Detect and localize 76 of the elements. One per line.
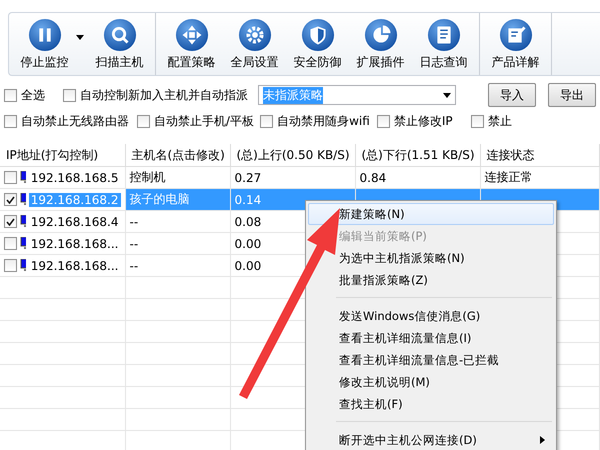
toolbar-icon [28, 18, 62, 52]
table-cell-text: 192.168.168.5 [30, 170, 120, 184]
toolbar-button[interactable]: 停止监控 [13, 13, 76, 75]
menu-item[interactable]: 修改主机说明(M) [308, 371, 554, 393]
table-cell: 0.08 [234, 214, 262, 228]
column-header[interactable]: 连接状态 [480, 144, 600, 166]
toolbar-icon [426, 18, 460, 52]
menu-item[interactable]: 查找主机(F) [308, 393, 554, 415]
checkbox-label: 禁止修改IP [394, 112, 453, 130]
caret-icon[interactable] [76, 34, 84, 40]
toolbar-icon [174, 18, 208, 52]
submenu-arrow-icon [540, 436, 545, 444]
table-cell-text: 192.168.168... [30, 236, 120, 250]
checkbox-label: 全选 [21, 86, 45, 104]
table-cell: 孩子的电脑 [130, 192, 190, 206]
monitor-icon [20, 259, 26, 272]
menu-item[interactable]: 批量指派策略(Z) [308, 269, 554, 291]
toolbar-icon [238, 18, 272, 52]
table-cell: 0.27 [234, 170, 262, 184]
toolbar-button[interactable]: 全局设置 [223, 13, 286, 75]
toolbar-button[interactable]: 安全防御 [286, 13, 349, 75]
menu-item[interactable]: 为选中主机指派策略(N) [308, 247, 554, 269]
checkbox[interactable] [4, 171, 17, 184]
toolbar-icon [102, 18, 136, 52]
monitor-icon [20, 215, 26, 228]
menu-item[interactable]: 查看主机详细流量信息-已拦截 [308, 349, 554, 371]
checkbox-label: 自动禁用随身wifi [277, 112, 370, 130]
monitor-icon [20, 193, 26, 206]
checkbox[interactable] [376, 114, 390, 128]
checkbox-label: 自动禁止无线路由器 [21, 112, 129, 130]
table-cell: 连接正常 [484, 170, 532, 184]
column-header[interactable]: (总)上行(0.50 KB/S) [230, 144, 355, 166]
checkbox[interactable] [471, 114, 484, 128]
checkbox[interactable] [260, 114, 274, 128]
action-button[interactable]: 导出 [548, 83, 596, 107]
table-cell: 0.00 [234, 258, 262, 272]
table-cell: 192.168.168.2 [28, 192, 120, 206]
table-cell: -- [130, 236, 138, 250]
table-cell: -- [130, 258, 138, 272]
table-cell: 0.00 [234, 236, 262, 250]
checkbox[interactable] [4, 259, 17, 272]
monitor-icon [20, 171, 26, 184]
menu-item[interactable]: 断开选中主机公网连接(D) [308, 429, 554, 450]
table-cell-text: 192.168.168.4 [30, 214, 120, 228]
checkbox[interactable] [4, 193, 17, 206]
checkbox[interactable] [4, 88, 17, 102]
toolbar-icon [498, 18, 532, 52]
column-header[interactable]: IP地址(打勾控制) [0, 144, 125, 166]
table-cell: 0.84 [360, 170, 386, 184]
column-header[interactable]: (总)下行(1.51 KB/S) [355, 144, 480, 166]
toolbar-icon [364, 18, 398, 52]
checkbox-label: 自动控制新加入主机并自动指派 [80, 86, 248, 104]
checkbox[interactable] [63, 88, 76, 102]
table-cell: 0.14 [234, 192, 262, 206]
checkbox[interactable] [4, 215, 17, 228]
checkbox[interactable] [4, 114, 17, 128]
checkbox[interactable] [136, 114, 150, 128]
toolbar-button[interactable]: 产品详解 [484, 13, 547, 75]
table-cell-text: 192.168.168... [30, 258, 120, 272]
action-button[interactable]: 导入 [488, 83, 536, 107]
menu-item[interactable]: 发送Windows信使消息(G) [308, 305, 554, 327]
toolbar-icon [300, 18, 334, 52]
table-cell: -- [130, 214, 138, 228]
monitor-icon [20, 237, 26, 250]
checkbox-label: 自动禁止手机/平板 [154, 112, 254, 130]
caret-icon [443, 92, 451, 98]
column-header[interactable]: 主机名(点击修改) [125, 144, 230, 166]
table-cell: 控制机 [130, 170, 166, 184]
checkbox-label: 禁止 [488, 112, 512, 130]
toolbar-button[interactable]: 扩展插件 [349, 13, 412, 75]
menu-item[interactable]: 新建策略(N) [308, 203, 554, 225]
toolbar-button[interactable]: 扫描主机 [88, 13, 151, 75]
checkbox[interactable] [4, 237, 17, 250]
toolbar-button[interactable]: 配置策略 [160, 13, 223, 75]
toolbar-button[interactable]: 日志查询 [412, 13, 475, 75]
menu-item[interactable]: 查看主机详细流量信息(I) [308, 327, 554, 349]
